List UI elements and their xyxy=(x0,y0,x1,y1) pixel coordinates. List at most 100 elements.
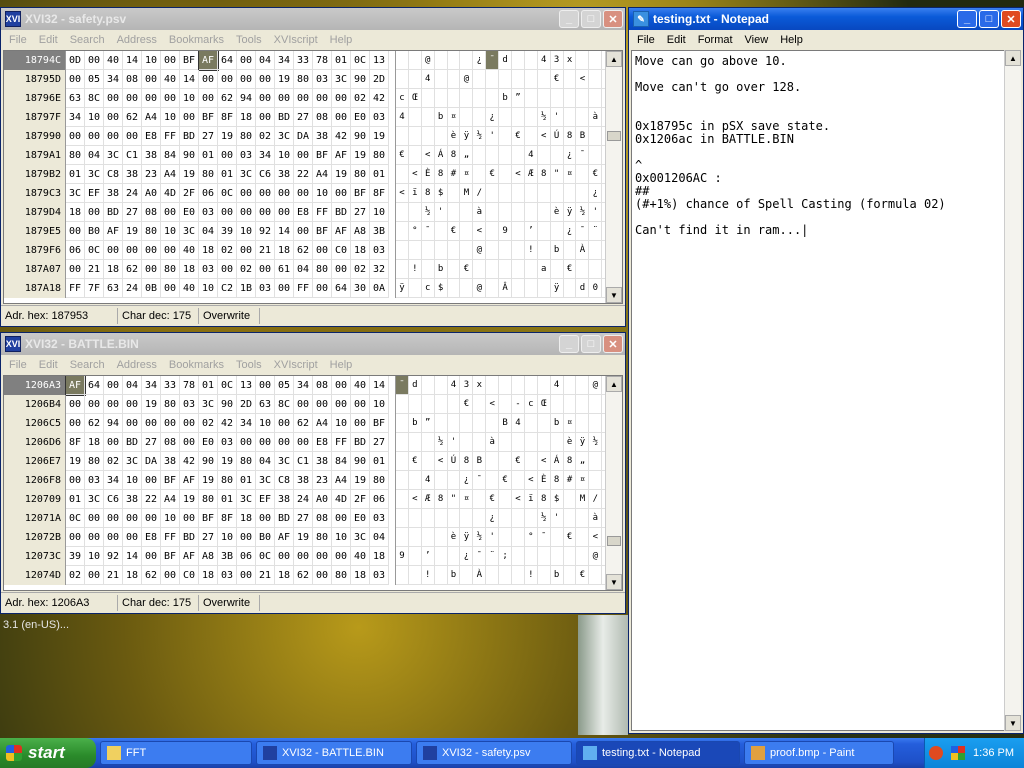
hex-byte[interactable]: 04 xyxy=(123,376,142,395)
hex-byte[interactable]: 80 xyxy=(161,395,180,414)
ascii-char[interactable] xyxy=(563,490,577,509)
ascii-char[interactable] xyxy=(537,376,551,395)
hex-byte[interactable]: 08 xyxy=(313,509,332,528)
ascii-char[interactable] xyxy=(473,433,487,452)
ascii-char[interactable] xyxy=(396,566,409,585)
menu-item-file[interactable]: File xyxy=(3,359,33,371)
ascii-char[interactable]: ¯ xyxy=(473,471,487,490)
hex-byte[interactable]: 2F xyxy=(180,184,199,203)
hex-row[interactable]: 187A18 FF 7F 63 24 0B 00 40 10 C2 1B 03 00 FF 00 64 30 0A… xyxy=(4,279,622,298)
ascii-char[interactable] xyxy=(550,433,564,452)
hex-byte[interactable]: 21 xyxy=(104,566,123,585)
hex-byte[interactable]: 19 xyxy=(294,528,313,547)
hex-byte[interactable]: 18 xyxy=(275,241,294,260)
hex-byte[interactable]: 24 xyxy=(123,279,142,298)
hex-byte[interactable]: 00 xyxy=(161,89,180,108)
hex-byte[interactable]: BF xyxy=(161,547,180,566)
hex-byte[interactable]: 00 xyxy=(332,376,351,395)
vertical-scrollbar[interactable]: ▲ ▼ xyxy=(605,51,622,303)
hex-byte[interactable]: 00 xyxy=(218,146,237,165)
ascii-char[interactable]: ¯ xyxy=(537,528,551,547)
hex-byte[interactable]: 42 xyxy=(370,89,389,108)
hex-byte[interactable]: 80 xyxy=(313,528,332,547)
hex-byte[interactable]: 18 xyxy=(351,566,370,585)
hex-byte[interactable]: 05 xyxy=(275,376,294,395)
ascii-char[interactable] xyxy=(524,260,538,279)
ascii-char[interactable]: ¤ xyxy=(447,108,461,127)
ascii-char[interactable] xyxy=(524,70,538,89)
hex-byte[interactable]: 00 xyxy=(66,528,85,547)
hex-byte[interactable]: 00 xyxy=(256,509,275,528)
ascii-char[interactable] xyxy=(408,279,422,298)
maximize-button[interactable]: □ xyxy=(979,10,999,28)
hex-byte[interactable]: 08 xyxy=(142,203,161,222)
hex-byte[interactable]: 64 xyxy=(85,376,104,395)
hex-byte[interactable]: 10 xyxy=(218,528,237,547)
ascii-char[interactable] xyxy=(550,528,564,547)
ascii-char[interactable]: à xyxy=(589,108,603,127)
ascii-char[interactable] xyxy=(537,184,551,203)
hex-byte[interactable]: 00 xyxy=(218,260,237,279)
hex-byte[interactable]: 00 xyxy=(313,547,332,566)
ascii-char[interactable] xyxy=(589,414,603,433)
hex-byte[interactable]: 21 xyxy=(85,260,104,279)
title-bar[interactable]: XVI XVI32 - safety.psv _ □ ✕ xyxy=(1,8,625,30)
hex-byte[interactable]: 00 xyxy=(104,127,123,146)
ascii-char[interactable] xyxy=(460,279,474,298)
taskbar-button-testing-txt-notepad[interactable]: testing.txt - Notepad xyxy=(576,741,740,765)
ascii-char[interactable] xyxy=(537,279,551,298)
hex-byte[interactable]: 90 xyxy=(180,146,199,165)
menu-item-help[interactable]: Help xyxy=(324,34,359,46)
hex-byte[interactable]: 3C xyxy=(199,395,218,414)
hex-byte[interactable]: 00 xyxy=(332,184,351,203)
vertical-scrollbar[interactable]: ▲ ▼ xyxy=(1004,50,1021,731)
hex-byte[interactable]: 01 xyxy=(370,165,389,184)
ascii-char[interactable] xyxy=(589,89,603,108)
hex-byte[interactable]: C1 xyxy=(123,146,142,165)
ascii-char[interactable] xyxy=(396,414,409,433)
ascii-char[interactable] xyxy=(499,490,513,509)
ascii-char[interactable] xyxy=(589,127,603,146)
ascii-char[interactable] xyxy=(460,433,474,452)
ascii-char[interactable]: 8 xyxy=(434,165,448,184)
scroll-down-icon[interactable]: ▼ xyxy=(1005,715,1021,731)
ascii-char[interactable] xyxy=(408,51,422,70)
hex-byte[interactable]: 80 xyxy=(294,70,313,89)
hex-byte[interactable]: 00 xyxy=(142,509,161,528)
ascii-char[interactable]: ¤ xyxy=(563,414,577,433)
hex-byte[interactable]: 3C xyxy=(66,184,85,203)
ascii-char[interactable]: € xyxy=(499,471,513,490)
hex-byte[interactable]: 63 xyxy=(66,89,85,108)
ascii-char[interactable]: @ xyxy=(421,51,435,70)
hex-byte[interactable]: 38 xyxy=(313,127,332,146)
ascii-char[interactable]: @ xyxy=(589,547,603,566)
hex-byte[interactable]: 00 xyxy=(161,279,180,298)
hex-byte[interactable]: 01 xyxy=(66,490,85,509)
hex-byte[interactable]: 18 xyxy=(199,241,218,260)
hex-byte[interactable]: E8 xyxy=(142,127,161,146)
ascii-char[interactable]: @ xyxy=(473,279,487,298)
hex-byte[interactable]: 00 xyxy=(142,471,161,490)
hex-byte[interactable]: 13 xyxy=(370,51,389,70)
hex-byte[interactable]: 18 xyxy=(275,566,294,585)
hex-byte[interactable]: 02 xyxy=(199,414,218,433)
ascii-char[interactable] xyxy=(499,509,513,528)
ascii-char[interactable] xyxy=(447,395,461,414)
ascii-char[interactable] xyxy=(434,241,448,260)
hex-byte[interactable]: 38 xyxy=(104,184,123,203)
ascii-char[interactable]: 0 xyxy=(589,279,603,298)
ascii-char[interactable] xyxy=(396,452,409,471)
hex-byte[interactable]: 3C xyxy=(275,452,294,471)
hex-byte[interactable]: 00 xyxy=(161,566,180,585)
hex-byte[interactable]: 63 xyxy=(256,395,275,414)
hex-byte[interactable]: 80 xyxy=(237,127,256,146)
ascii-char[interactable]: ¯ xyxy=(486,51,500,70)
ascii-char[interactable] xyxy=(563,395,577,414)
hex-byte[interactable]: 03 xyxy=(218,433,237,452)
ascii-char[interactable]: Æ xyxy=(524,165,538,184)
hex-byte[interactable]: 33 xyxy=(294,51,313,70)
hex-byte[interactable]: 62 xyxy=(123,108,142,127)
ascii-char[interactable] xyxy=(434,51,448,70)
hex-byte[interactable]: 00 xyxy=(256,203,275,222)
hex-byte[interactable]: 00 xyxy=(237,51,256,70)
